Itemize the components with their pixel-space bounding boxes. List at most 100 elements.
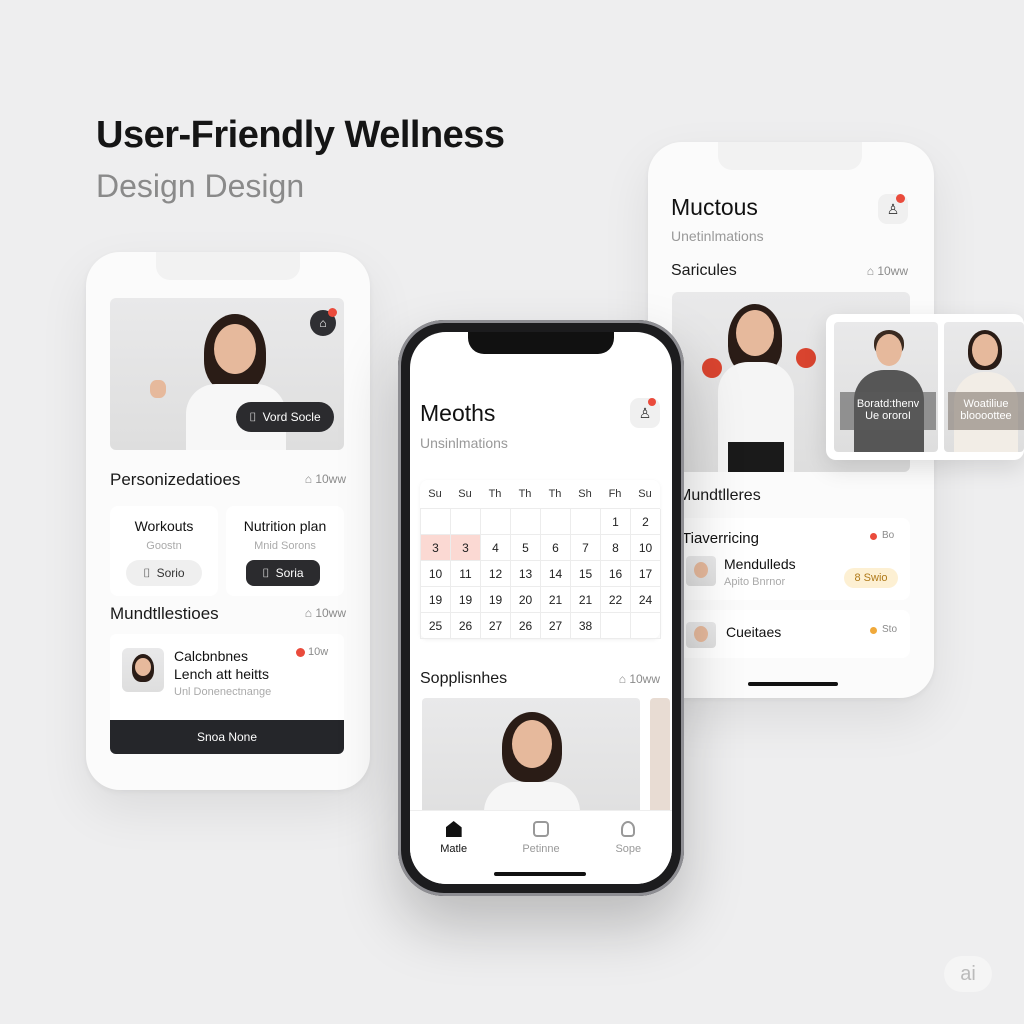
section-title-personalization: Personizedatioes <box>110 470 241 489</box>
photo-action-button[interactable]: ⌷ Vord Socle <box>236 402 334 432</box>
entry-line: Lench att heitts <box>174 666 269 682</box>
calendar-day-cell[interactable]: 11 <box>451 561 481 587</box>
hero-subtitle: Design Design <box>96 168 305 204</box>
nutrition-title: Nutrition plan <box>243 518 327 534</box>
calendar-day-header: Fh <box>608 488 622 500</box>
calendar-day-cell[interactable]: 26 <box>511 613 541 639</box>
nutrition-subtitle: Mnid Sorons <box>254 540 316 552</box>
tab-bar: Matle Petinne Sope <box>410 810 672 884</box>
calendar-day-cell[interactable]: 17 <box>631 561 661 587</box>
calendar-day-header: Su <box>428 488 442 500</box>
calendar-day-cell[interactable]: 19 <box>481 587 511 613</box>
page-title: Muctous <box>671 194 758 220</box>
card-name: Mendulleds <box>724 556 796 572</box>
calendar-day-cell[interactable]: 12 <box>481 561 511 587</box>
card-heading: Tiaverricing <box>682 530 759 547</box>
calendar-day-cell[interactable]: 20 <box>511 587 541 613</box>
calendar-day-cell[interactable]: 25 <box>421 613 451 639</box>
calendar-day-cell[interactable]: 8 <box>601 535 631 561</box>
activity-card-2[interactable]: Cueitaes Sto <box>678 610 910 658</box>
section-title-schedules: Saricules <box>671 262 737 279</box>
trainer-sub-1: Ue ororoI <box>865 410 911 422</box>
status-dot <box>870 627 877 634</box>
avatar <box>686 622 716 648</box>
section-title-multi: Mundtlleres <box>678 487 761 504</box>
calendar-day-header: Th <box>548 488 562 500</box>
center-phone-screen: Meoths Unsinlmations ♙ Su Su Th Th Th Sh Fh Su … <box>410 332 672 884</box>
entry-title: Calcbnbnes <box>174 648 248 664</box>
calendar: Su Su Th Th Th Sh Fh Su 1 2 3 3 4 5 6 7 8 10 10 11 12 13 14 15… <box>420 480 661 639</box>
calendar-day-cell <box>601 613 631 639</box>
right-phone-notch <box>718 142 862 170</box>
calendar-day-cell[interactable]: 3 <box>451 535 481 561</box>
calendar-day-cell[interactable]: 13 <box>511 561 541 587</box>
calendar-day-cell <box>451 509 481 535</box>
tab-profile[interactable]: Sope <box>585 811 672 884</box>
list-item[interactable]: Calcbnbnes Lench att heitts Unl Donenect… <box>110 634 344 754</box>
calendar-day-cell[interactable]: 21 <box>571 587 601 613</box>
avatar <box>122 648 164 692</box>
calendar-day-cell[interactable]: 26 <box>451 613 481 639</box>
calendar-day-cell[interactable]: 10 <box>631 535 661 561</box>
calendar-day-cell[interactable]: 1 <box>601 509 631 535</box>
calendar-icon: ⌂ <box>304 472 316 486</box>
calendar-day-cell[interactable]: 6 <box>541 535 571 561</box>
calendar-day-cell[interactable]: 14 <box>541 561 571 587</box>
calendar-day-cell[interactable]: 5 <box>511 535 541 561</box>
calendar-day-cell[interactable]: 27 <box>541 613 571 639</box>
trainer-photo-1[interactable]: Boratd:thenv Ue ororoI <box>834 322 938 452</box>
trainer-label-1: Boratd:thenv <box>856 398 920 410</box>
calendar-day-cell[interactable]: 15 <box>571 561 601 587</box>
tab-home[interactable]: Matle <box>410 811 497 884</box>
calendar-day-cell[interactable]: 7 <box>571 535 601 561</box>
trainers-overlay[interactable]: Boratd:thenv Ue ororoI Woatiliue bloooot… <box>826 314 1024 460</box>
phone-notch <box>468 332 614 354</box>
trainer-photo-2[interactable]: Woatiliue bloooottee <box>944 322 1024 452</box>
calendar-day-cell <box>571 509 601 535</box>
trainer-sub-2: bloooottee <box>960 410 1012 422</box>
calendar-day-cell[interactable]: 19 <box>451 587 481 613</box>
calendar-icon: ⌂ <box>618 672 630 686</box>
page-subtitle: Unsinlmations <box>420 435 508 451</box>
section-meta-2: ⌂ 10ww <box>304 606 346 620</box>
calendar-day-cell <box>421 509 451 535</box>
workouts-subtitle: Goostn <box>146 540 182 552</box>
calendar-day-cell[interactable]: 10 <box>421 561 451 587</box>
calendar-day-cell[interactable]: 22 <box>601 587 631 613</box>
calendar-day-cell[interactable]: 19 <box>421 587 451 613</box>
calendar-day-cell[interactable]: 16 <box>601 561 631 587</box>
workouts-button[interactable]: ⌷ Sorio <box>126 560 202 586</box>
calendar-day-header: Th <box>518 488 532 500</box>
weight-ball-icon <box>702 358 722 378</box>
status-dot <box>870 533 877 540</box>
card-name: Cueitaes <box>726 624 782 640</box>
section-meta: ⌂ 10ww <box>304 472 346 486</box>
calendar-day-cell[interactable]: 21 <box>541 587 571 613</box>
bag-icon: ⌷ <box>249 409 257 424</box>
calendar-day-cell[interactable]: 3 <box>421 535 451 561</box>
left-phone-notch <box>156 252 300 280</box>
left-phone: ⌂ ⌷ Vord Socle Personizedatioes ⌂ 10ww W… <box>86 252 370 790</box>
nutrition-card[interactable]: Nutrition plan Mnid Sorons ⌷ Soria <box>226 506 344 596</box>
calendar-icon: ⌂ <box>866 264 878 278</box>
workouts-card[interactable]: Workouts Goostn ⌷ Sorio <box>110 506 218 596</box>
calendar-day-cell[interactable]: 2 <box>631 509 661 535</box>
calendar-day-cell[interactable]: 24 <box>631 587 661 613</box>
user-icon <box>621 821 636 837</box>
notification-dot <box>896 194 905 203</box>
calendar-day-cell <box>481 509 511 535</box>
avatar <box>686 556 716 586</box>
calendar-day-cell[interactable]: 27 <box>481 613 511 639</box>
calendar-day-cell[interactable]: 4 <box>481 535 511 561</box>
status-badge[interactable]: 8 Swio <box>844 568 898 588</box>
calendar-day-header: Sh <box>578 488 592 500</box>
notification-dot <box>648 398 656 406</box>
calendar-day-cell <box>511 509 541 535</box>
center-phone: Meoths Unsinlmations ♙ Su Su Th Th Th Sh Fh Su … <box>398 320 684 896</box>
status-dot <box>296 648 305 657</box>
activity-card[interactable]: Tiaverricing Bo Mendulleds Apito Bnrnor … <box>678 518 910 600</box>
calendar-day-cell[interactable]: 38 <box>571 613 601 639</box>
bottom-action-button[interactable]: Snoa None <box>110 720 344 754</box>
section-title-supplies: Sopplisnhes <box>420 670 508 687</box>
nutrition-button[interactable]: ⌷ Soria <box>246 560 320 586</box>
